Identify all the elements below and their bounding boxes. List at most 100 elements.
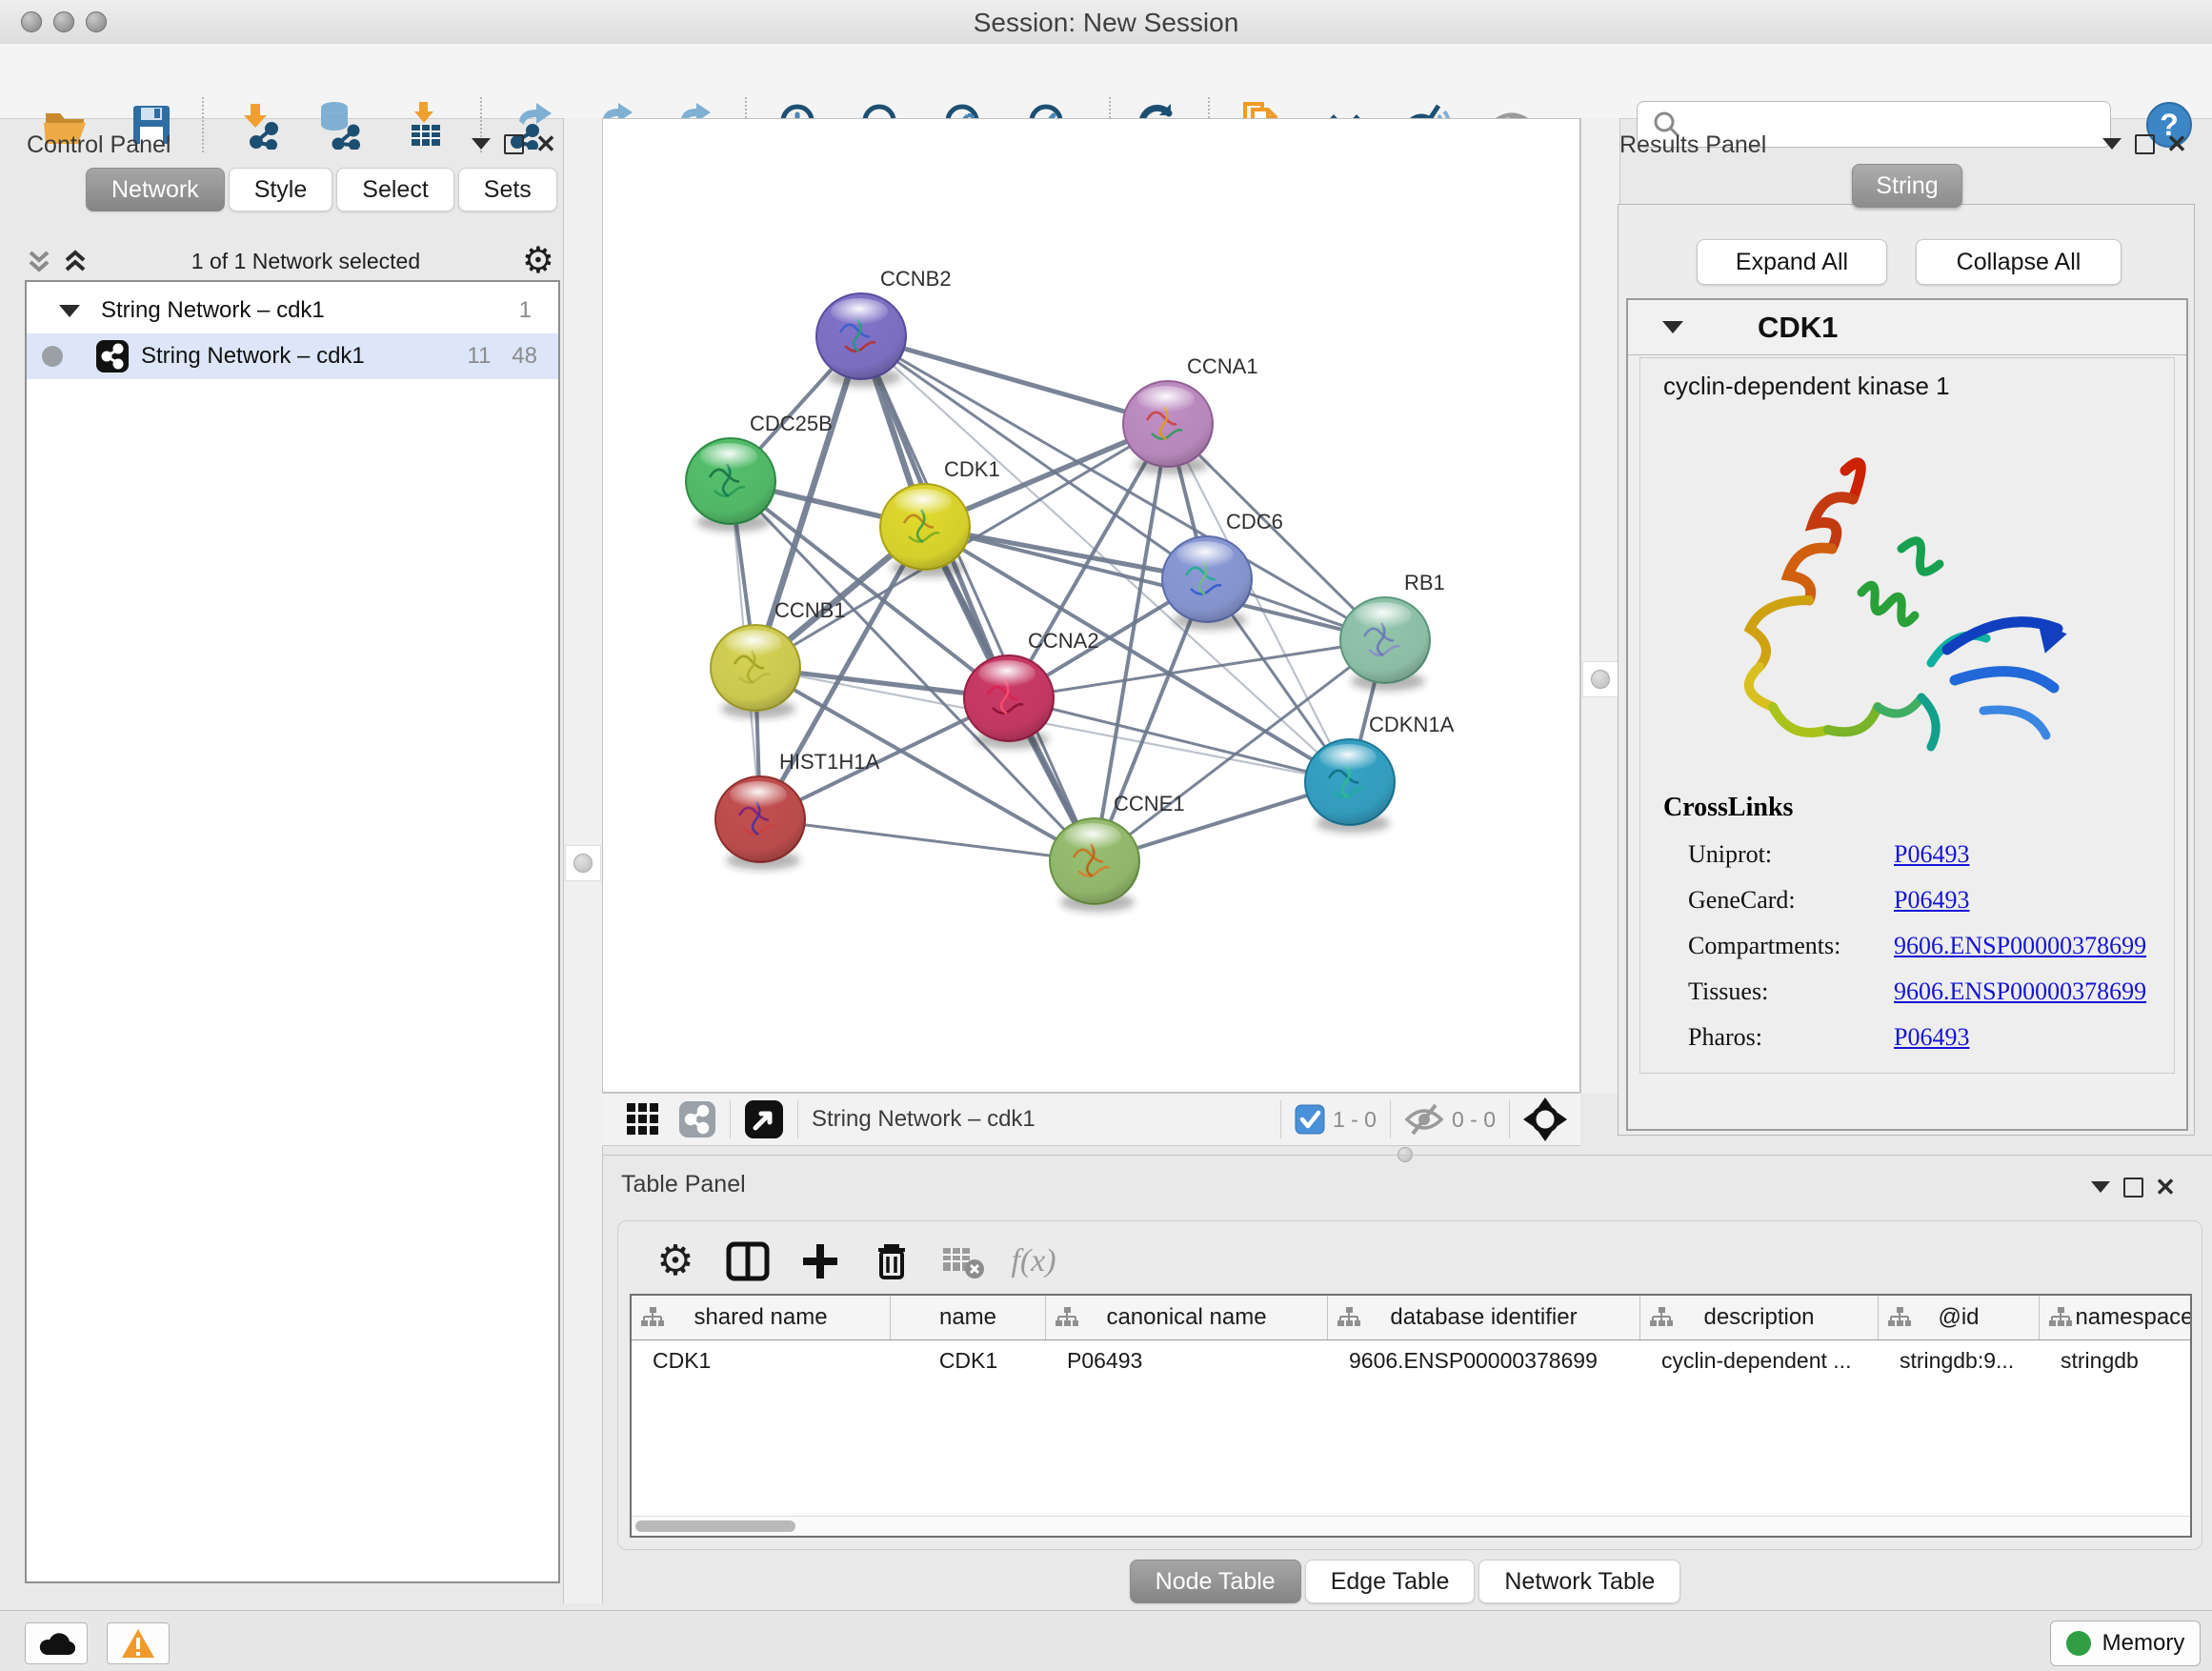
node-label: CDK1 — [944, 457, 1000, 481]
network-selector-bar: 1 of 1 Network selected ⚙ — [25, 240, 554, 282]
network-node-CDKN1A[interactable]: CDKN1A — [1305, 713, 1455, 833]
tab-select[interactable]: Select — [336, 168, 453, 211]
control-panel-title: Control Panel — [27, 131, 171, 159]
tab-string[interactable]: String — [1852, 164, 1962, 208]
network-collection-row[interactable]: String Network – cdk1 1 — [27, 288, 558, 333]
column-header-name[interactable]: name — [891, 1296, 1046, 1339]
selected-items-checkbox-icon[interactable] — [1295, 1104, 1325, 1135]
network-row[interactable]: String Network – cdk1 11 48 — [27, 333, 558, 379]
network-selection-status: 1 of 1 Network selected — [90, 249, 522, 274]
control-panel-window-controls: ✕ — [465, 130, 562, 158]
cytoscape-window: Session: New Session — [0, 0, 2212, 1671]
cloud-status-button[interactable] — [25, 1622, 88, 1664]
cell-database-identifier[interactable]: 9606.ENSP00000378699 — [1328, 1348, 1640, 1374]
column-header-namespace[interactable]: namespace — [2040, 1296, 2192, 1339]
panel-close-icon[interactable]: ✕ — [2161, 130, 2193, 158]
crosslink-link[interactable]: 9606.ENSP00000378699 — [1894, 977, 2146, 1006]
delete-column-icon[interactable] — [865, 1235, 918, 1288]
hidden-items-eye-icon[interactable] — [1404, 1103, 1444, 1136]
panel-close-icon[interactable]: ✕ — [530, 130, 562, 158]
collection-label: String Network – cdk1 — [101, 297, 325, 324]
column-header-description[interactable]: description — [1640, 1296, 1879, 1339]
node-table[interactable]: shared namenamecanonical namedatabase id… — [630, 1294, 2192, 1538]
table-options-gear-icon[interactable]: ⚙ — [649, 1235, 702, 1288]
gene-description: cyclin-dependent kinase 1 — [1663, 372, 1950, 401]
network-edge[interactable] — [760, 819, 1095, 861]
create-column-icon[interactable] — [794, 1235, 847, 1288]
title-bar: Session: New Session — [0, 0, 2212, 45]
left-splitter[interactable] — [563, 118, 603, 1603]
table-horizontal-scrollbar[interactable] — [632, 1516, 2190, 1536]
tab-network-table[interactable]: Network Table — [1478, 1560, 1680, 1603]
node-label: CCNA2 — [1028, 629, 1099, 653]
network-node-CDC25B[interactable]: CDC25B — [686, 412, 833, 532]
collection-expander-icon[interactable] — [59, 305, 80, 317]
collapse-all-button[interactable]: Collapse All — [1916, 239, 2122, 285]
network-edge[interactable] — [861, 336, 1168, 424]
show-column-panel-icon[interactable] — [721, 1235, 774, 1288]
network-view-canvas[interactable]: CCNB2CCNA1CDC25BCDK1CDC6RB1CCNB1CCNA2CDK… — [602, 118, 1580, 1093]
gene-details: cyclin-dependent kinase 1 — [1639, 357, 2175, 1074]
network-node-CCNA1[interactable]: CCNA1 — [1123, 354, 1258, 474]
gene-name: CDK1 — [1758, 311, 1838, 345]
cell-shared-name[interactable]: CDK1 — [632, 1348, 891, 1374]
tab-network[interactable]: Network — [86, 168, 225, 211]
crosslinks-section: CrossLinks Uniprot:P06493GeneCard:P06493… — [1663, 793, 2146, 1052]
gene-expander-icon[interactable] — [1662, 321, 1683, 333]
panel-float-icon[interactable] — [2128, 130, 2161, 158]
cell-canonical-name[interactable]: P06493 — [1046, 1348, 1328, 1374]
expand-all-button[interactable]: Expand All — [1697, 239, 1887, 285]
crosslink-link[interactable]: 9606.ENSP00000378699 — [1894, 932, 2146, 960]
panel-collapse-icon[interactable] — [2084, 1173, 2117, 1201]
warnings-button[interactable] — [107, 1622, 170, 1664]
pan-crosshair-icon[interactable] — [1523, 1097, 1567, 1141]
table-row[interactable]: CDK1CDK1P064939606.ENSP00000378699cyclin… — [632, 1340, 2190, 1380]
view-toolbar-separator — [1390, 1100, 1391, 1138]
crosslink-label: GeneCard: — [1688, 886, 1894, 915]
tab-sets[interactable]: Sets — [458, 168, 557, 211]
column-header-shared-name[interactable]: shared name — [632, 1296, 891, 1339]
warning-icon — [121, 1628, 155, 1659]
status-bar: Memory — [0, 1610, 2212, 1671]
cell-description[interactable]: cyclin-dependent ... — [1640, 1348, 1879, 1374]
scrollbar-thumb[interactable] — [635, 1520, 795, 1532]
collection-count: 1 — [519, 297, 532, 324]
birdseye-view-icon[interactable] — [744, 1099, 784, 1139]
crosslink-link[interactable]: P06493 — [1894, 840, 1969, 869]
node-label: CDC25B — [750, 412, 833, 435]
crosslink-link[interactable]: P06493 — [1894, 886, 1969, 915]
network-node-CCNB2[interactable]: CCNB2 — [816, 267, 952, 387]
panel-collapse-icon[interactable] — [465, 130, 497, 158]
crosslink-row: GeneCard:P06493 — [1663, 886, 2146, 915]
node-label: CCNE1 — [1114, 792, 1185, 815]
network-options-gear-icon[interactable]: ⚙ — [522, 243, 554, 279]
crosslink-link[interactable]: P06493 — [1894, 1023, 1969, 1052]
network-overview-icon[interactable] — [678, 1100, 716, 1138]
column-header-database-identifier[interactable]: database identifier — [1328, 1296, 1640, 1339]
crosslink-label: Uniprot: — [1688, 840, 1894, 869]
expand-all-networks-icon[interactable] — [25, 245, 53, 277]
cell-namespace[interactable]: stringdb — [2040, 1348, 2192, 1374]
panel-collapse-icon[interactable] — [2096, 130, 2128, 158]
cell-name[interactable]: CDK1 — [891, 1348, 1046, 1374]
crosslink-row: Tissues:9606.ENSP00000378699 — [1663, 977, 2146, 1006]
panel-float-icon[interactable] — [497, 130, 530, 158]
network-node-RB1[interactable]: RB1 — [1340, 571, 1445, 691]
crosslink-row: Pharos:P06493 — [1663, 1023, 2146, 1052]
grid-view-icon[interactable] — [625, 1101, 661, 1137]
tab-style[interactable]: Style — [229, 168, 333, 211]
collapse-all-networks-icon[interactable] — [61, 245, 90, 277]
results-panel-title: Results Panel — [1619, 131, 1766, 159]
network-edge[interactable] — [861, 336, 1095, 861]
tab-node-table[interactable]: Node Table — [1130, 1560, 1301, 1603]
column-header-canonical-name[interactable]: canonical name — [1046, 1296, 1328, 1339]
panel-close-icon[interactable]: ✕ — [2149, 1173, 2182, 1201]
tab-edge-table[interactable]: Edge Table — [1305, 1560, 1476, 1603]
memory-button[interactable]: Memory — [2050, 1621, 2201, 1666]
panel-float-icon[interactable] — [2117, 1173, 2149, 1201]
delete-table-icon[interactable] — [936, 1235, 990, 1288]
cell--id[interactable]: stringdb:9... — [1879, 1348, 2040, 1374]
column-header--id[interactable]: @id — [1879, 1296, 2040, 1339]
gene-header-row[interactable]: CDK1 — [1628, 300, 2186, 355]
network-node-HIST1H1A[interactable]: HIST1H1A — [715, 750, 879, 870]
